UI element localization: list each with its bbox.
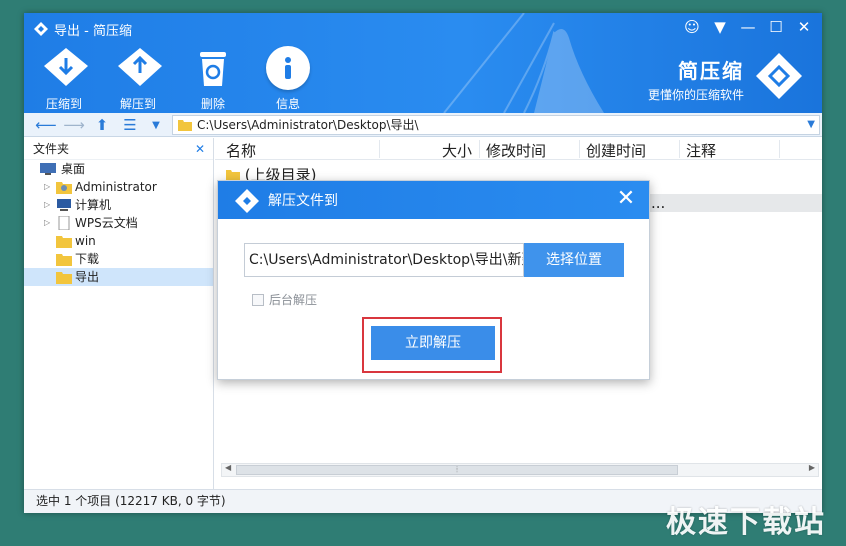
checkbox-box[interactable] — [252, 293, 264, 306]
tree-item-desktop[interactable]: 桌面 — [24, 160, 213, 178]
close-panel-icon[interactable]: ✕ — [195, 138, 205, 160]
app-logo-icon — [34, 22, 48, 36]
window-title: 导出 - 简压缩 — [54, 24, 132, 39]
forward-icon[interactable]: ⟶ — [63, 116, 85, 134]
column-divider — [679, 140, 680, 158]
list-item[interactable]: ... — [645, 194, 822, 212]
tree-item-label: WPS云文档 — [75, 216, 138, 230]
folder-tree-header: 文件夹 ✕ — [24, 138, 213, 160]
background-extract-checkbox[interactable]: 后台解压 — [252, 291, 317, 308]
user-folder-icon — [56, 182, 72, 194]
expand-arrow-icon[interactable]: ▷ — [44, 196, 50, 214]
tree-item-label: win — [75, 234, 96, 248]
computer-icon — [57, 199, 71, 211]
tree-item-label: 桌面 — [61, 162, 86, 176]
info-icon — [266, 46, 310, 90]
horizontal-scrollbar[interactable]: ◀ ⦙ ▶ — [221, 463, 819, 477]
column-name[interactable]: 名称 — [226, 140, 256, 161]
extract-icon — [116, 46, 162, 90]
destination-path-input[interactable]: C:\Users\Administrator\Desktop\导出\新建 — [244, 243, 524, 277]
header: 导出 - 简压缩 ☺ ▼ — ☐ ✕ 压缩到 解压到 删除 信息 简压缩 更懂你… — [24, 13, 822, 113]
back-icon[interactable]: ⟵ — [35, 116, 57, 134]
compress-label: 压缩到 — [45, 97, 82, 111]
extract-dialog: 解压文件到 ✕ C:\Users\Administrator\Desktop\导… — [217, 180, 650, 380]
folder-icon — [56, 254, 72, 266]
folder-tree-title: 文件夹 — [33, 142, 70, 156]
choose-location-button[interactable]: 选择位置 — [524, 243, 624, 277]
delete-label: 删除 — [200, 97, 225, 111]
list-view-icon[interactable]: ☰ — [120, 116, 140, 134]
tree-item-win[interactable]: win — [24, 232, 213, 250]
dialog-title: 解压文件到 — [268, 193, 338, 209]
folder-icon — [178, 120, 192, 131]
view-dropdown-icon[interactable]: ▼ — [146, 116, 166, 134]
delete-button[interactable]: 删除 — [181, 46, 245, 112]
compress-to-button[interactable]: 压缩到 — [32, 46, 96, 112]
extract-label: 解压到 — [119, 97, 156, 111]
brand-slogan: 更懂你的压缩软件 — [647, 88, 744, 102]
maximize-button[interactable]: ☐ — [764, 17, 788, 37]
dialog-header: 解压文件到 ✕ — [218, 181, 649, 219]
tree-item-computer[interactable]: ▷ 计算机 — [24, 196, 213, 214]
folder-icon — [56, 236, 72, 248]
desktop-icon — [40, 163, 56, 175]
tree-item-wps[interactable]: ▷ WPS云文档 — [24, 214, 213, 232]
menu-icon[interactable]: ▼ — [708, 17, 732, 37]
brand-logo-icon — [756, 53, 802, 99]
list-item-name: ... — [651, 194, 666, 212]
window-controls: ☺ ▼ — ☐ ✕ — [680, 17, 816, 37]
folder-tree: 文件夹 ✕ 桌面 ▷ Administrator ▷ 计算机 ▷ WPS云文档 … — [24, 138, 214, 489]
document-icon — [58, 216, 70, 230]
brand-name: 简压缩 — [678, 59, 744, 83]
column-headers: 名称 大小 修改时间 创建时间 注释 — [215, 138, 822, 160]
dialog-close-icon[interactable]: ✕ — [613, 185, 639, 213]
column-created[interactable]: 创建时间 — [586, 140, 646, 161]
extract-to-button[interactable]: 解压到 — [106, 46, 170, 112]
minimize-button[interactable]: — — [736, 17, 760, 37]
close-button[interactable]: ✕ — [792, 17, 816, 37]
folder-icon — [56, 272, 72, 284]
feedback-icon[interactable]: ☺ — [680, 17, 704, 37]
address-bar: ⟵ ⟶ ⬆ ☰ ▼ C:\Users\Administrator\Desktop… — [24, 113, 822, 137]
site-watermark: 极速下载站 — [666, 505, 826, 540]
tree-item-label: Administrator — [75, 180, 157, 194]
brand-block: 简压缩 更懂你的压缩软件 — [648, 55, 744, 103]
path-dropdown-icon[interactable]: ▼ — [807, 116, 815, 134]
column-comment[interactable]: 注释 — [686, 140, 716, 161]
info-button[interactable]: 信息 — [256, 46, 320, 112]
tree-item-label: 下载 — [75, 252, 100, 266]
tree-item-export[interactable]: 导出 — [24, 268, 213, 286]
expand-arrow-icon[interactable]: ▷ — [44, 178, 50, 196]
trash-icon — [191, 46, 235, 90]
expand-arrow-icon[interactable]: ▷ — [44, 214, 50, 232]
scroll-thumb[interactable]: ⦙ — [236, 465, 678, 475]
tree-item-label: 导出 — [75, 270, 100, 284]
column-divider — [779, 140, 780, 158]
status-text: 选中 1 个项目 (12217 KB, 0 字节) — [36, 494, 226, 508]
background-extract-label: 后台解压 — [269, 293, 318, 307]
scroll-left-icon[interactable]: ◀ — [225, 463, 231, 472]
tree-item-download[interactable]: 下载 — [24, 250, 213, 268]
path-field[interactable]: C:\Users\Administrator\Desktop\导出\ ▼ — [172, 115, 820, 135]
dialog-logo-icon — [235, 189, 259, 213]
tree-item-label: 计算机 — [75, 198, 112, 212]
extract-now-button[interactable]: 立即解压 — [371, 326, 495, 360]
app-window: 导出 - 简压缩 ☺ ▼ — ☐ ✕ 压缩到 解压到 删除 信息 简压缩 更懂你… — [24, 13, 822, 513]
scroll-right-icon[interactable]: ▶ — [809, 463, 815, 472]
column-modified[interactable]: 修改时间 — [486, 140, 546, 161]
up-icon[interactable]: ⬆ — [92, 116, 112, 134]
tree-item-administrator[interactable]: ▷ Administrator — [24, 178, 213, 196]
compress-icon — [42, 46, 88, 90]
path-text: C:\Users\Administrator\Desktop\导出\ — [197, 118, 419, 132]
column-divider — [379, 140, 380, 158]
column-size[interactable]: 大小 — [442, 140, 472, 161]
info-label: 信息 — [275, 97, 300, 111]
column-divider — [579, 140, 580, 158]
column-divider — [479, 140, 480, 158]
